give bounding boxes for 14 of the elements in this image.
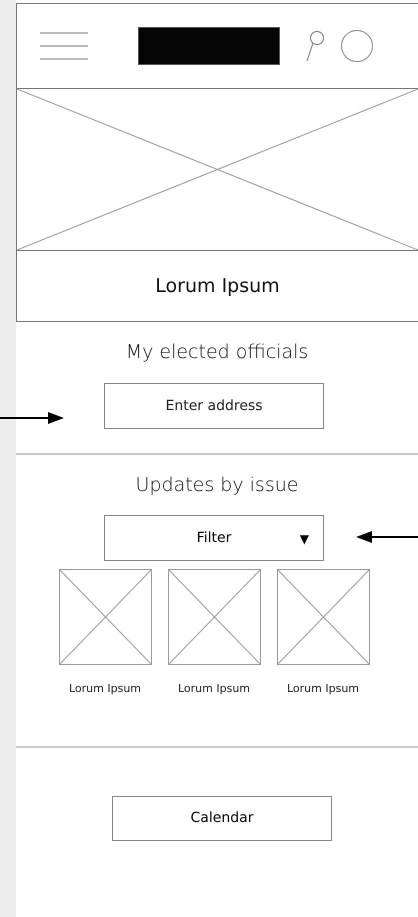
item-caption: Lorum Ipsum [178, 681, 250, 697]
section-heading: Updates by issue [136, 472, 298, 498]
arrow [356, 530, 418, 544]
menu-icon[interactable] [39, 30, 89, 62]
arrow [0, 411, 64, 425]
profile-icon[interactable] [340, 29, 374, 63]
calendar-button[interactable]: Calendar [112, 796, 332, 840]
hero-caption: Lorum Ipsum [155, 274, 280, 299]
address-field[interactable]: Enter address [104, 382, 324, 428]
filter-dropdown[interactable]: Filter ▼ [104, 515, 324, 561]
section-heading: My elected officials [126, 340, 308, 365]
item-caption: Lorum Ipsum [68, 681, 141, 697]
item-caption: Lorum Ipsum [286, 681, 359, 697]
search-icon[interactable] [306, 30, 324, 62]
